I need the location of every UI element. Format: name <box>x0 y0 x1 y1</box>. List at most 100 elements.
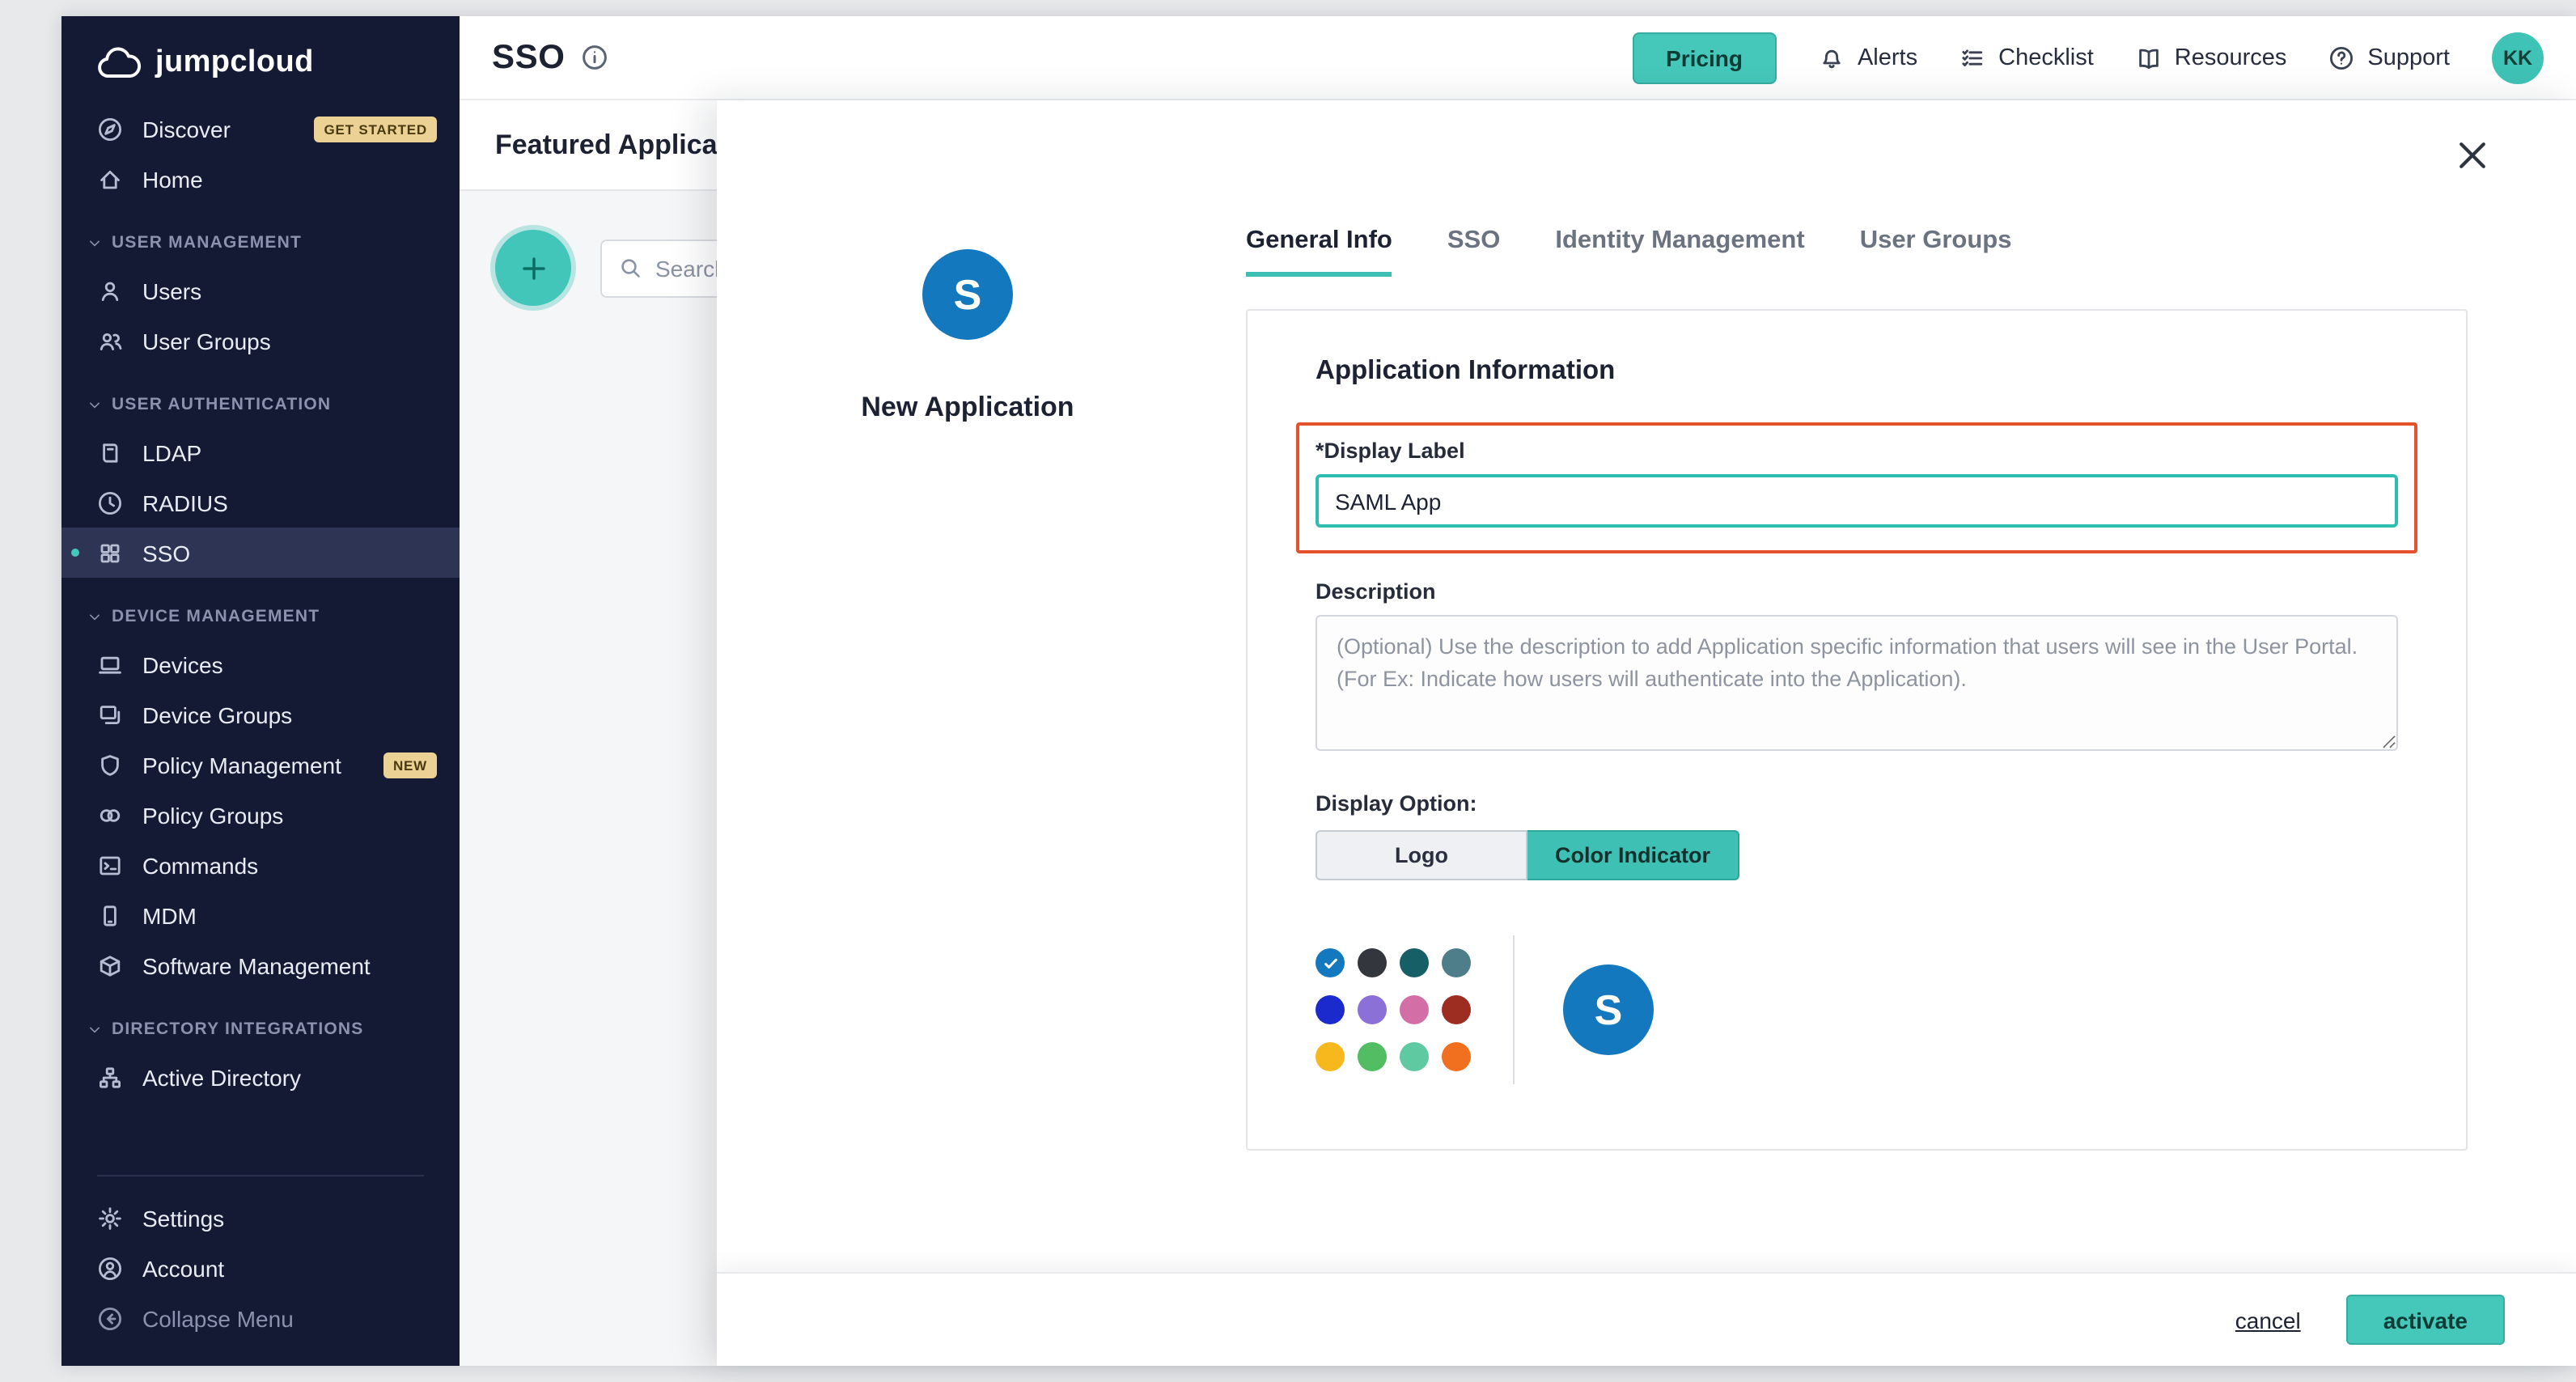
cloud-logo-icon <box>94 46 142 80</box>
tab-user-groups[interactable]: User Groups <box>1860 227 2012 277</box>
sidebar-item-software-management[interactable]: Software Management <box>61 940 460 990</box>
color-indicator-option-button[interactable]: Color Indicator <box>1527 830 1739 880</box>
sidebar-item-label: Commands <box>142 852 258 878</box>
jumpcloud-logo[interactable]: jumpcloud <box>61 36 460 104</box>
sidebar-item-radius[interactable]: RADIUS <box>61 477 460 528</box>
sidebar-item-label: MDM <box>142 902 197 928</box>
sidebar-item-label: Account <box>142 1255 224 1281</box>
sidebar-item-users[interactable]: Users <box>61 265 460 316</box>
color-swatch[interactable] <box>1316 995 1345 1024</box>
color-swatch[interactable] <box>1358 1042 1387 1071</box>
sidebar-item-label: RADIUS <box>142 490 228 515</box>
description-label: Description <box>1316 579 2398 604</box>
checklist-label: Checklist <box>1998 45 2094 70</box>
logo-option-button[interactable]: Logo <box>1316 830 1527 880</box>
sidebar-item-label: Device Groups <box>142 702 292 727</box>
alerts-button[interactable]: Alerts <box>1819 45 1917 70</box>
activate-button[interactable]: activate <box>2346 1295 2505 1345</box>
sidebar-item-label: Policy Groups <box>142 802 283 828</box>
sidebar-section-directory-integrations[interactable]: DIRECTORY INTEGRATIONS <box>61 1020 460 1039</box>
color-swatch[interactable] <box>1316 1042 1345 1071</box>
get-started-badge: GET STARTED <box>315 116 438 142</box>
sidebar-item-label: Settings <box>142 1205 224 1231</box>
sidebar-item-collapse-menu[interactable]: Collapse Menu <box>61 1293 460 1343</box>
sidebar-item-mdm[interactable]: MDM <box>61 890 460 940</box>
sidebar-item-label: SSO <box>142 540 190 566</box>
sidebar-item-ldap[interactable]: LDAP <box>61 427 460 477</box>
app-avatar: S <box>922 249 1013 340</box>
new-application-modal: S New Application General Info SSO Ident… <box>717 100 2576 1366</box>
pricing-button[interactable]: Pricing <box>1632 32 1777 83</box>
cancel-button[interactable]: cancel <box>2235 1307 2301 1333</box>
section-label: DEVICE MANAGEMENT <box>112 607 320 626</box>
section-label: USER AUTHENTICATION <box>112 395 331 414</box>
sidebar-item-policy-management[interactable]: Policy Management NEW <box>61 740 460 790</box>
user-avatar[interactable]: KK <box>2492 32 2544 83</box>
sidebar-item-discover[interactable]: Discover GET STARTED <box>61 104 460 154</box>
sidebar-item-devices[interactable]: Devices <box>61 639 460 689</box>
color-indicator-section: S <box>1316 935 2398 1084</box>
display-label: *Display Label <box>1316 439 2398 463</box>
sidebar-item-label: Collapse Menu <box>142 1305 294 1331</box>
color-swatch[interactable] <box>1400 995 1429 1024</box>
display-label-highlight: *Display Label <box>1296 422 2417 553</box>
color-swatch[interactable] <box>1442 1042 1471 1071</box>
sidebar-section-device-management[interactable]: DEVICE MANAGEMENT <box>61 607 460 626</box>
circles-icon <box>97 802 123 828</box>
sidebar-item-commands[interactable]: Commands <box>61 840 460 890</box>
add-application-button[interactable] <box>495 230 571 306</box>
tab-general-info[interactable]: General Info <box>1246 227 1392 277</box>
checklist-button[interactable]: Checklist <box>1960 45 2094 70</box>
sidebar-item-account[interactable]: Account <box>61 1243 460 1293</box>
sidebar-section-user-authentication[interactable]: USER AUTHENTICATION <box>61 395 460 414</box>
display-label-input[interactable] <box>1316 474 2398 528</box>
phone-icon <box>97 902 123 928</box>
palette-divider <box>1513 935 1515 1084</box>
sidebar-item-label: Home <box>142 166 203 192</box>
device-group-icon <box>97 702 123 727</box>
tab-identity-management[interactable]: Identity Management <box>1555 227 1804 277</box>
resources-label: Resources <box>2175 45 2287 70</box>
color-swatch-selected[interactable] <box>1316 948 1345 977</box>
color-swatch[interactable] <box>1358 948 1387 977</box>
display-option-toggle: Logo Color Indicator <box>1316 830 1739 880</box>
description-textarea[interactable] <box>1316 615 2398 751</box>
sidebar-item-active-directory[interactable]: Active Directory <box>61 1052 460 1102</box>
close-modal-button[interactable] <box>2453 136 2492 175</box>
color-swatch[interactable] <box>1442 948 1471 977</box>
color-swatch[interactable] <box>1400 948 1429 977</box>
section-label: DIRECTORY INTEGRATIONS <box>112 1020 364 1039</box>
sidebar-section-user-management[interactable]: USER MANAGEMENT <box>61 233 460 252</box>
chevron-down-icon <box>87 1022 102 1036</box>
sidebar-item-policy-groups[interactable]: Policy Groups <box>61 790 460 840</box>
info-icon[interactable] <box>582 44 609 71</box>
color-swatch[interactable] <box>1442 995 1471 1024</box>
chevron-down-icon <box>87 235 102 250</box>
color-swatch[interactable] <box>1400 1042 1429 1071</box>
home-icon <box>97 166 123 192</box>
cube-icon <box>97 952 123 978</box>
sidebar-item-home[interactable]: Home <box>61 154 460 204</box>
application-information-card: Application Information *Display Label D… <box>1246 309 2468 1151</box>
sidebar-item-label: LDAP <box>142 439 201 465</box>
sidebar: jumpcloud Discover GET STARTED Home USER… <box>61 16 460 1366</box>
logo-text: jumpcloud <box>155 45 314 81</box>
main-area: SSO Pricing Alerts Checklist Resources <box>460 16 2576 1366</box>
sidebar-item-label: Active Directory <box>142 1064 301 1090</box>
sidebar-item-user-groups[interactable]: User Groups <box>61 316 460 366</box>
support-button[interactable]: Support <box>2328 45 2450 70</box>
sidebar-item-label: Devices <box>142 651 223 677</box>
resources-button[interactable]: Resources <box>2136 45 2287 70</box>
color-swatch[interactable] <box>1358 995 1387 1024</box>
sidebar-divider <box>97 1175 424 1176</box>
sidebar-item-device-groups[interactable]: Device Groups <box>61 689 460 740</box>
sidebar-item-sso[interactable]: SSO <box>61 528 460 578</box>
color-preview: S <box>1563 964 1654 1055</box>
sidebar-item-settings[interactable]: Settings <box>61 1193 460 1243</box>
sidebar-item-label: Policy Management <box>142 752 341 778</box>
support-label: Support <box>2367 45 2450 70</box>
clock-icon <box>97 490 123 515</box>
search-icon <box>618 256 642 280</box>
modal-body: S New Application General Info SSO Ident… <box>717 100 2576 1272</box>
tab-sso[interactable]: SSO <box>1447 227 1500 277</box>
